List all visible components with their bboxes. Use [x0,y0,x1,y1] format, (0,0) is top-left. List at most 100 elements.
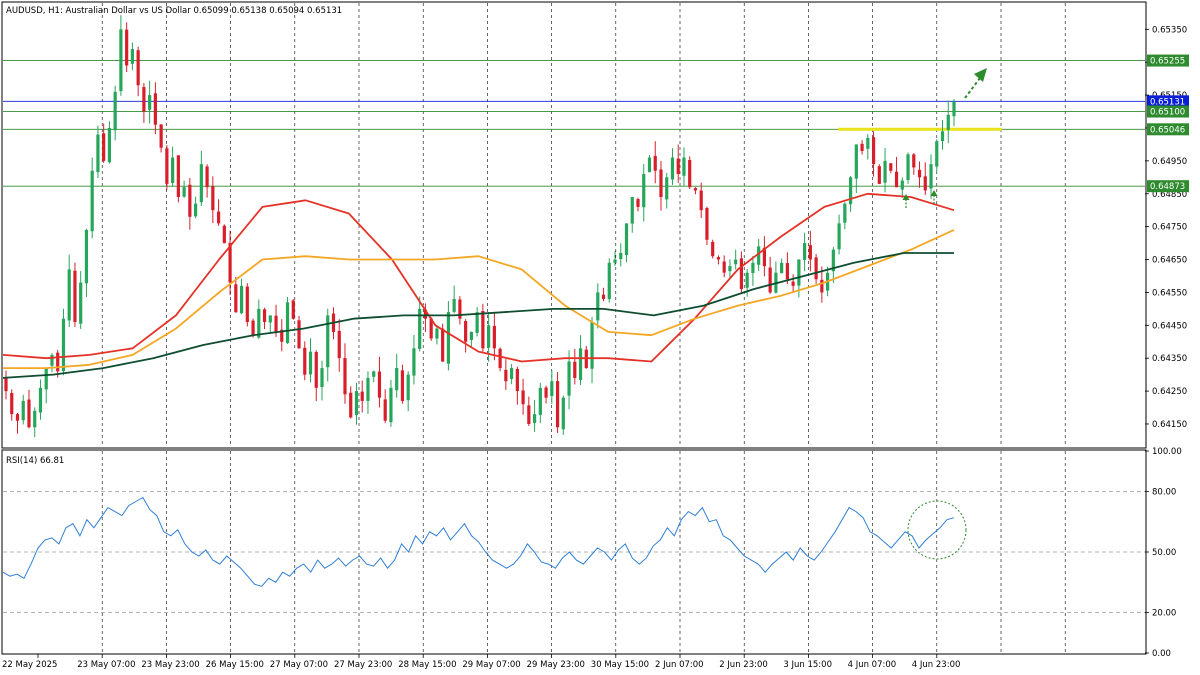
candle-bear [785,263,789,280]
candle-bear [912,154,916,168]
candle-bull [199,164,203,203]
candle-bull [613,259,617,263]
candle-bear [573,361,577,378]
candle-bear [251,320,255,336]
up-arrow-icon [930,190,938,204]
price-tag-label: 0.65100 [1150,108,1185,118]
candle-bull [84,229,89,284]
candle-bull [354,391,359,416]
candle-bull [257,308,261,338]
y-tick-label: 0.64450 [1152,321,1187,331]
candle-bear [27,399,31,428]
candle-bear [492,325,496,349]
chart-canvas[interactable]: 0.653500.652500.651500.650500.649500.648… [0,0,1200,675]
candle-bear [73,270,77,323]
rsi-series [2,496,967,587]
candle-bull [50,354,54,366]
candle-bear [705,208,709,240]
candle-bear [481,311,485,349]
y-tick-label: 0.65350 [1152,25,1187,35]
rsi-tick-label: 80.00 [1152,487,1176,497]
candle-bull [946,114,950,130]
candle-bear [527,405,531,424]
symbol-name: AUDUSD [6,6,43,16]
candle-bull [79,282,83,324]
candle-bear [216,211,221,224]
candle-bear [636,199,640,207]
x-tick-label: 2 Jun 07:00 [655,660,704,670]
candle-bear [188,184,192,217]
price-tag: 0.65100 [1147,105,1189,118]
candle-bear [894,171,899,188]
candle-bull [90,170,94,232]
candle-bear [716,257,721,260]
candle-bull [745,272,749,288]
candle-bull [67,269,71,321]
moving-averages [2,192,955,379]
candle-bull [624,223,629,255]
candle-bear [153,93,157,125]
projection-arrow-icon [964,68,987,99]
candle-bull [751,262,755,274]
candle-bear [297,320,301,349]
candle-bear [555,381,560,428]
candle-bear [464,321,468,342]
y-tick-label: 0.64750 [1152,223,1187,233]
rsi-axis: 100.00 80.00 50.00 20.00 0.00 [1145,447,1182,659]
x-tick-label: 2 Jun 23:00 [719,660,768,670]
candles [4,15,956,438]
x-tick-label: 22 May 2025 [2,660,57,670]
candle-bull [734,259,738,265]
candle-bear [102,133,106,161]
candle-bull [446,312,450,364]
candle-bull [682,157,686,176]
candle-bull [866,137,870,149]
candle-bear [814,257,818,280]
candle-bull [929,164,933,189]
rsi-tick-label: 0.00 [1152,649,1171,659]
candle-bull [268,315,272,323]
candle-bull [550,381,554,397]
candle-bull [952,101,956,117]
candle-bear [699,190,703,211]
candle-bear [377,371,382,398]
candle-bull [837,223,841,250]
candle-bear [4,377,8,392]
candle-bull [728,266,732,272]
candle-bull [590,322,594,369]
candle-bear [441,328,445,362]
candle-bear [222,225,226,244]
timeframe-label: H1 [48,6,60,16]
candle-bear [711,241,715,257]
ohlc-open: 0.65099 [193,6,228,16]
candle-bear [688,159,692,188]
candle-bear [601,294,606,299]
candle-bull [487,325,491,348]
candle-bull [372,371,376,377]
candle-bear [125,29,129,66]
y-tick-label: 0.64650 [1152,256,1187,266]
candle-bull [452,299,456,312]
candle-bear [343,357,347,395]
candle-bear [498,348,502,369]
candle-bear [15,414,20,421]
candle-bull [21,400,25,421]
candle-bull [61,318,66,372]
y-tick-label: 0.64250 [1152,387,1187,397]
rsi-tick-label: 20.00 [1152,609,1176,619]
candle-bear [211,186,215,211]
candle-bear [205,166,209,188]
moving-average-line [2,192,955,363]
candle-bull [665,177,669,200]
candle-bear [291,300,295,319]
candle-bear [808,245,812,260]
candle-bull [630,197,634,224]
candle-bear [504,369,508,382]
y-tick-label: 0.64950 [1152,157,1187,167]
candle-bull [780,262,784,274]
y-tick-label: 0.64150 [1152,420,1187,430]
x-tick-label: 29 May 23:00 [527,660,585,670]
candle-bear [693,188,698,191]
price-axis: 0.653500.652500.651500.650500.649500.648… [1145,25,1187,430]
candle-bull [883,160,887,183]
